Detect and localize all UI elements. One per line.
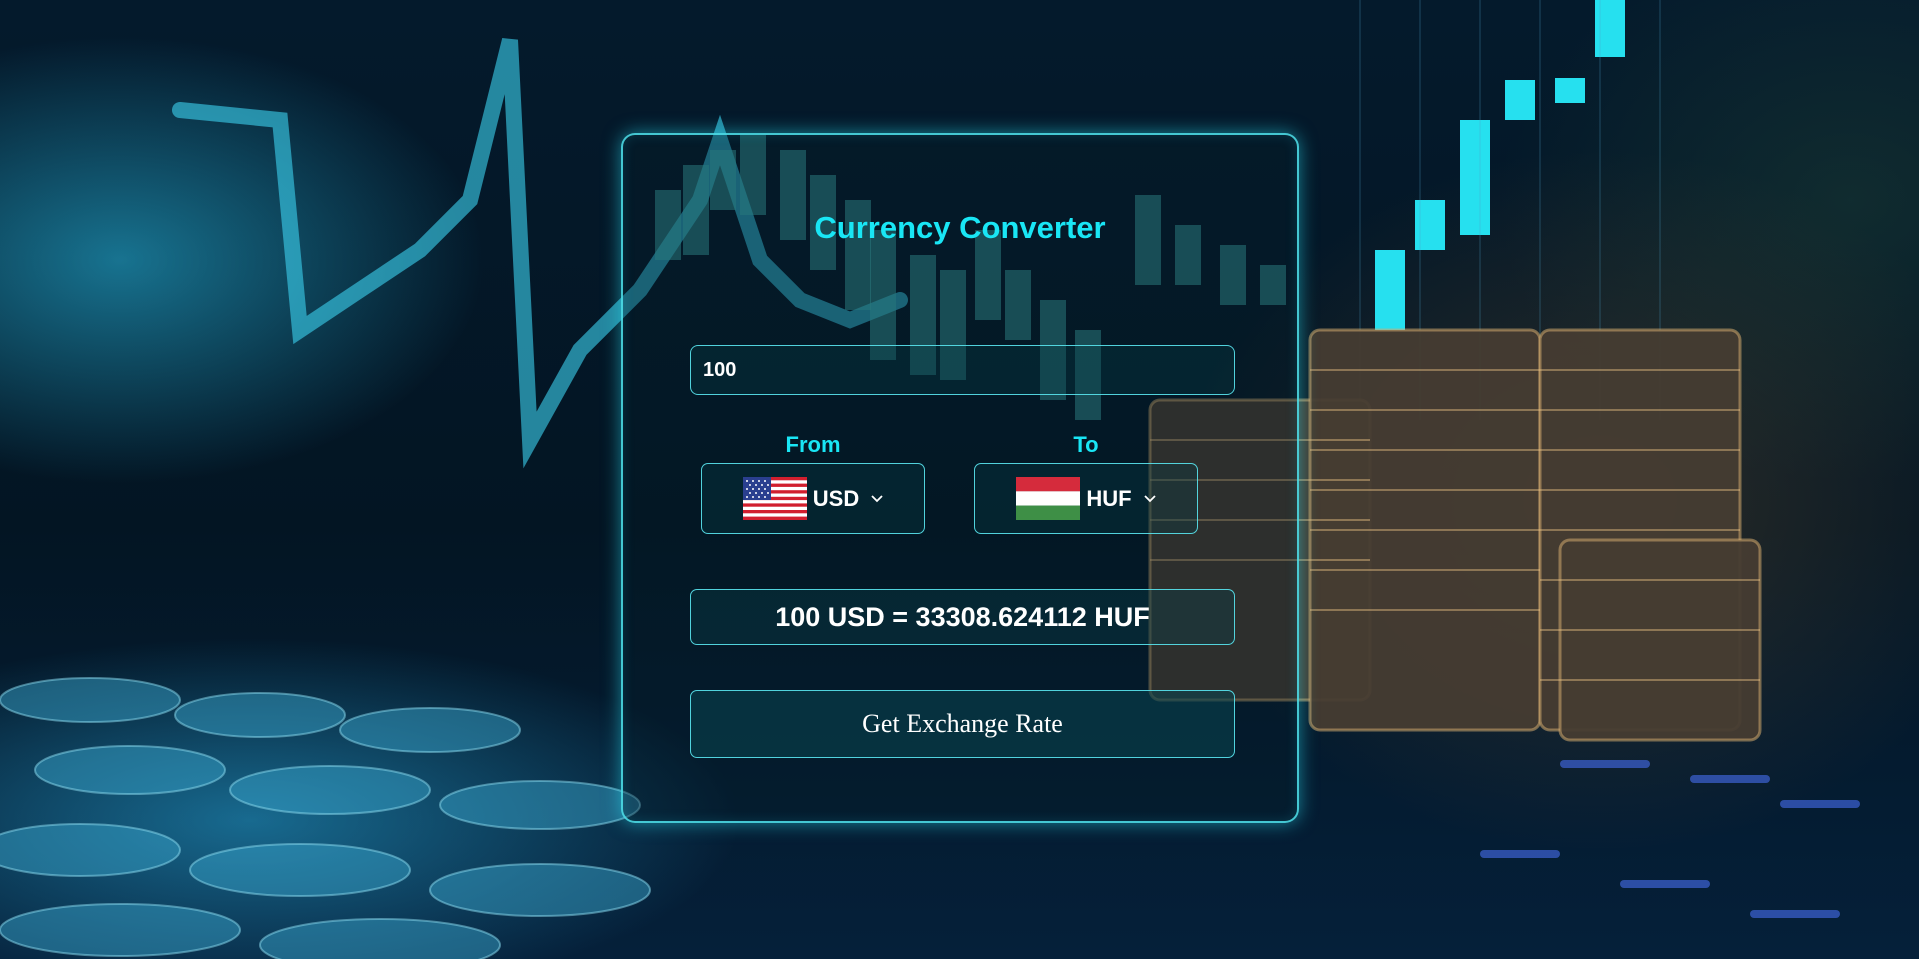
hungary-flag-icon <box>1016 477 1081 520</box>
to-label: To <box>1073 432 1099 457</box>
converter-card: Currency Converter From To <box>621 133 1299 823</box>
page-title: Currency Converter <box>814 210 1106 245</box>
from-currency-code: USD <box>812 485 860 511</box>
to-currency-code: HUF <box>1086 485 1132 511</box>
from-label: From <box>785 432 841 457</box>
exchange-result: 100 USD = 33308.624112 HUF <box>690 589 1235 645</box>
chevron-down-icon <box>871 494 883 502</box>
chevron-down-icon <box>1143 494 1156 502</box>
from-currency-select[interactable]: USD <box>701 463 925 534</box>
amount-input[interactable] <box>690 345 1235 395</box>
to-currency-select[interactable]: HUF <box>974 463 1198 534</box>
us-flag-icon <box>742 477 807 520</box>
get-exchange-rate-button[interactable]: Get Exchange Rate <box>690 690 1235 758</box>
